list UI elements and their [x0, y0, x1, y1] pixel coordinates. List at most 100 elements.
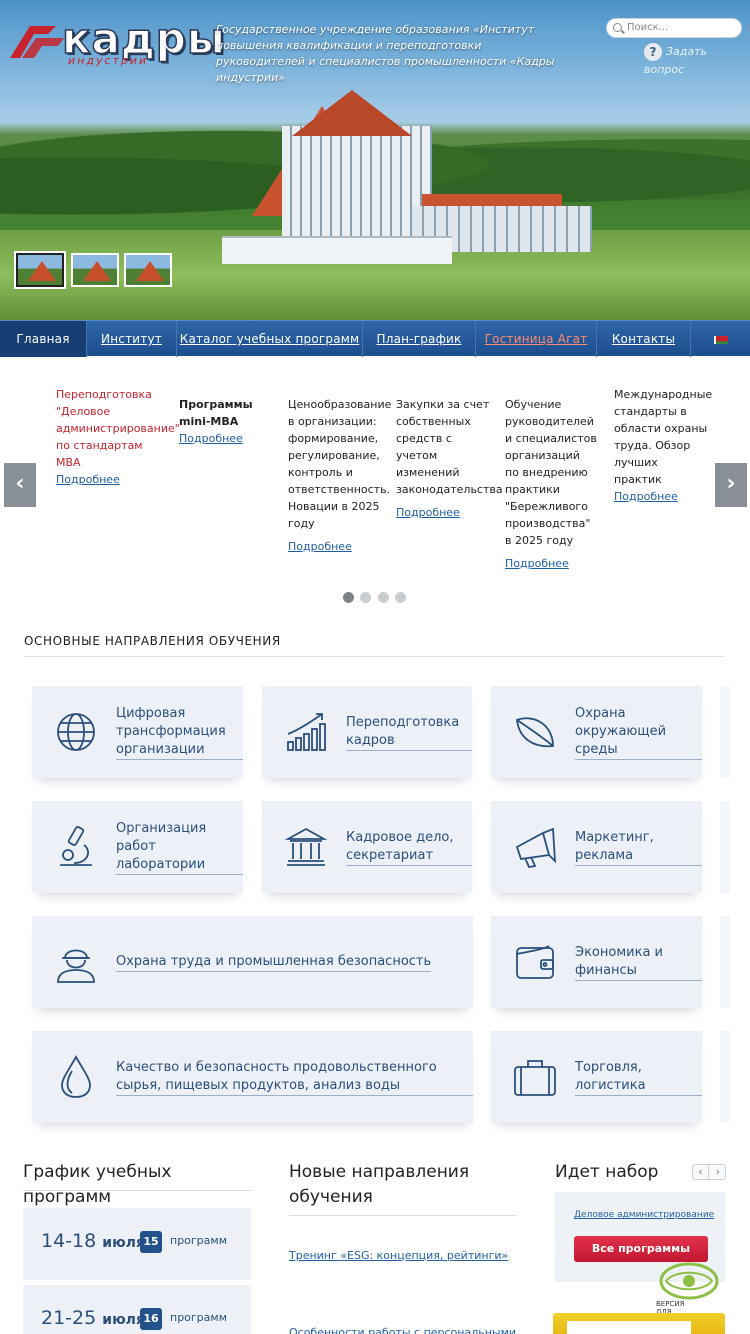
carousel-card: Международные стандарты в области охраны… — [614, 386, 713, 505]
ask-question-link[interactable]: ? Задать вопрос — [644, 43, 750, 79]
institution-icon — [284, 827, 328, 866]
microscope-icon — [60, 826, 92, 866]
direction-tile-label: Организация работ лаборатории — [116, 820, 243, 875]
megaphone-icon — [515, 827, 557, 869]
schedule-week[interactable]: 21-25 июля 16 программ — [23, 1285, 251, 1334]
section-divider — [24, 656, 724, 657]
carousel-card-more-link[interactable]: Подробнее — [179, 430, 243, 447]
carousel-card-more-link[interactable]: Подробнее — [56, 471, 120, 488]
schedule-week[interactable]: 14-18 июля 15 программ — [23, 1208, 251, 1280]
direction-tile[interactable]: Маркетинг, реклама — [491, 801, 702, 893]
water-drop-icon — [61, 1055, 91, 1098]
leaf-icon — [516, 717, 554, 748]
carousel-card: Закупки за счет собственных средств с уч… — [396, 396, 503, 521]
globe-icon — [57, 713, 95, 751]
direction-tile[interactable]: Цифровая трансформация организации — [32, 686, 243, 778]
nav-item-schedule[interactable]: План-график — [363, 321, 476, 357]
enrollment-program-link[interactable]: Деловое администрирование — [574, 1210, 714, 1220]
search-placeholder: Поиск... — [627, 22, 669, 33]
growth-chart-icon — [287, 713, 326, 751]
carousel-card-more-link[interactable]: Подробнее — [614, 488, 678, 505]
direction-tile[interactable]: Переподготовка кадров — [262, 686, 472, 778]
direction-tile-edge — [720, 801, 730, 893]
question-icon: ? — [644, 43, 662, 61]
direction-tile-label: Цифровая трансформация организации — [116, 705, 243, 760]
column-divider — [289, 1215, 517, 1216]
enrollment-title: Идет набор — [555, 1162, 659, 1182]
new-direction-link[interactable]: Тренинг «ESG: концепция, рейтинги» — [289, 1249, 508, 1262]
eye-icon — [659, 1262, 719, 1300]
schedule-week-count-label: программ — [170, 1311, 228, 1324]
schedule-week-dates: 14-18 июля — [41, 1230, 145, 1252]
direction-tile-label: Переподготовка кадров — [346, 714, 472, 751]
featured-carousel: ‹ Переподготовка "Деловое администрирова… — [0, 356, 750, 616]
hero-thumbnail-1[interactable] — [16, 253, 64, 287]
carousel-card: Переподготовка "Деловое администрировани… — [56, 386, 180, 488]
nav-item-hotel[interactable]: Гостиница Агат — [476, 321, 597, 357]
schedule-week-count-badge: 15 — [140, 1231, 162, 1253]
direction-tile-label: Кадровое дело, секретариат — [346, 829, 472, 866]
hero-thumbnail-3[interactable] — [124, 253, 172, 287]
site-logo[interactable]: кадры индустрии — [8, 13, 226, 70]
new-directions-title: Новые направления обучения — [289, 1162, 470, 1207]
carousel-card-title: Ценообразование в организации: формирова… — [288, 398, 392, 530]
carousel-dot[interactable] — [360, 592, 371, 603]
logo-subtitle: индустрии — [68, 54, 149, 67]
hero-banner: кадры индустрии Государственное учрежден… — [0, 0, 750, 320]
search-input[interactable]: Поиск... — [606, 18, 742, 38]
enrollment-slider-nav: ‹ › — [692, 1164, 726, 1180]
worker-helmet-icon — [57, 949, 95, 983]
carousel-dot[interactable] — [343, 592, 354, 603]
direction-tile-label: Охрана труда и промышленная безопасность — [116, 953, 432, 972]
nav-item-language[interactable] — [691, 321, 750, 357]
hotel-building-image — [222, 86, 592, 276]
direction-tile-label: Охрана окружающей среды — [575, 705, 702, 760]
direction-tile-label: Качество и безопасность продовольственно… — [116, 1059, 473, 1096]
directions-section-title: ОСНОВНЫЕ НАПРАВЛЕНИЯ ОБУЧЕНИЯ — [24, 634, 281, 648]
carousel-card-more-link[interactable]: Подробнее — [288, 538, 352, 555]
enrollment-prev-button[interactable]: ‹ — [693, 1165, 709, 1179]
carousel-dot[interactable] — [395, 592, 406, 603]
carousel-card-title: Обучение руководителей и специалистов ор… — [505, 398, 597, 547]
carousel-card-more-link[interactable]: Подробнее — [396, 504, 460, 521]
carousel-card: Обучение руководителей и специалистов ор… — [505, 396, 597, 572]
direction-tile[interactable]: Качество и безопасность продовольственно… — [32, 1031, 473, 1123]
search-icon — [613, 23, 622, 32]
direction-tile-edge — [720, 916, 730, 1008]
direction-tile-label: Маркетинг, реклама — [575, 829, 702, 866]
logo-mark-icon — [10, 26, 64, 58]
carousel-card: Ценообразование в организации: формирова… — [288, 396, 392, 555]
nav-item-contacts[interactable]: Контакты — [597, 321, 691, 357]
carousel-card-title: Международные стандарты в области охраны… — [614, 388, 713, 486]
direction-tile-edge — [720, 686, 730, 778]
column-divider — [23, 1190, 251, 1191]
all-programs-button[interactable]: Все программы — [574, 1236, 708, 1262]
direction-tile[interactable]: Охрана труда и промышленная безопасность — [32, 916, 473, 1008]
schedule-title: График учебных программ — [23, 1162, 172, 1207]
nav-item-institute[interactable]: Институт — [87, 321, 177, 357]
carousel-dot[interactable] — [378, 592, 389, 603]
direction-tile[interactable]: Торговля, логистика — [491, 1031, 702, 1123]
schedule-week-count-badge: 16 — [140, 1308, 162, 1330]
nav-item-home[interactable]: Главная — [0, 321, 87, 357]
carousel-card: Программы mini-MBA Подробнее — [179, 396, 271, 447]
direction-tile[interactable]: Экономика и финансы — [491, 916, 702, 1008]
direction-tile[interactable]: Охрана окружающей среды — [491, 686, 702, 778]
suitcase-icon — [514, 1060, 556, 1096]
direction-tile-label: Экономика и финансы — [575, 944, 702, 981]
carousel-card-title: Программы mini-MBA — [179, 398, 253, 428]
schedule-week-count-label: программ — [170, 1234, 228, 1247]
carousel-prev-button[interactable]: ‹ — [4, 463, 36, 507]
hero-thumbnail-2[interactable] — [71, 253, 119, 287]
main-navigation: Главная Институт Каталог учебных програм… — [0, 320, 750, 357]
direction-tile[interactable]: Организация работ лаборатории — [32, 801, 243, 893]
enrollment-next-button[interactable]: › — [710, 1165, 726, 1179]
new-direction-link[interactable]: Особенности работы с персональными — [289, 1326, 516, 1334]
carousel-next-button[interactable]: › — [715, 463, 747, 507]
carousel-card-title: Закупки за счет собственных средств с уч… — [396, 398, 503, 496]
carousel-card-more-link[interactable]: Подробнее — [505, 555, 569, 572]
direction-tile[interactable]: Кадровое дело, секретариат — [262, 801, 472, 893]
promo-banner[interactable] — [553, 1313, 725, 1334]
site-description: Государственное учреждение образования «… — [216, 23, 555, 84]
nav-item-catalog[interactable]: Каталог учебных программ — [177, 321, 363, 357]
